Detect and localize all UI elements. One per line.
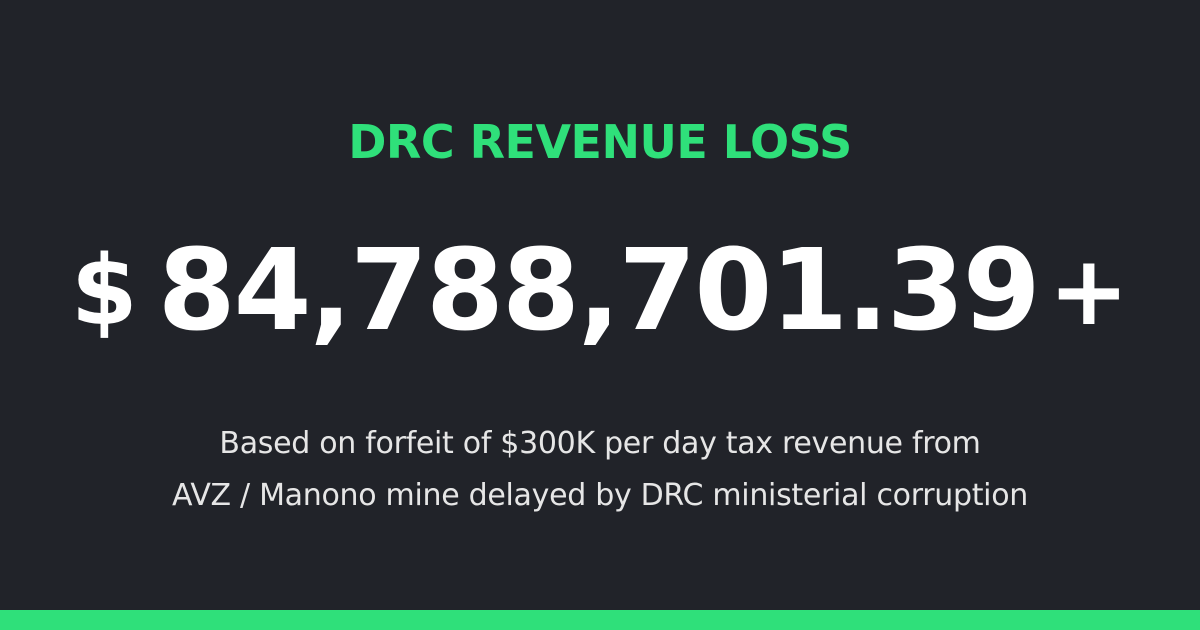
accent-bottom-bar [0, 610, 1200, 630]
description-line-1: Based on forfeit of $300K per day tax re… [219, 426, 981, 461]
amount-suffix: + [1048, 235, 1130, 347]
revenue-loss-banner: DRC REVENUE LOSS $ 84,788,701.39 + Based… [0, 0, 1200, 630]
description-line-2: AVZ / Manono mine delayed by DRC ministe… [172, 478, 1028, 513]
loss-amount: 84,788,701.39 [157, 226, 1041, 356]
currency-symbol: $ [70, 235, 138, 347]
banner-description: Based on forfeit of $300K per day tax re… [0, 418, 1200, 522]
revenue-loss-counter: $ 84,788,701.39 + [0, 226, 1200, 356]
banner-title: DRC REVENUE LOSS [348, 115, 852, 169]
